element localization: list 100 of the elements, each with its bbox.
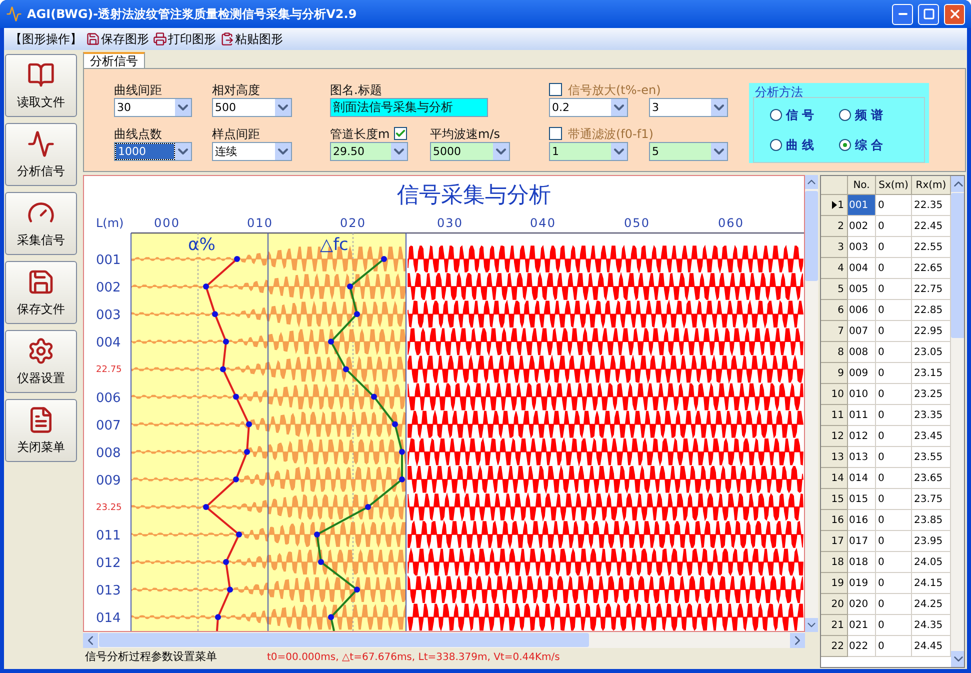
chevron-down-icon <box>175 143 191 160</box>
sidebar-button[interactable]: 仪器设置 <box>5 330 77 393</box>
toolbar-button[interactable]: 打印图形 <box>153 30 216 48</box>
table-cell: 0 <box>876 342 912 363</box>
radio-option[interactable]: 信 号 <box>770 106 839 124</box>
dropdown[interactable]: 0.2 <box>549 98 628 117</box>
table-cell: 022 <box>848 636 876 657</box>
row-label: 23.25 <box>96 502 122 513</box>
row-number: 11 <box>831 408 844 422</box>
radio-button[interactable] <box>770 139 782 151</box>
row-label: 013 <box>96 584 121 599</box>
radio-button[interactable] <box>839 109 851 121</box>
row-label: 014 <box>96 611 121 626</box>
row-number: 2 <box>838 220 844 234</box>
table-cell: 014 <box>848 468 876 489</box>
checkbox[interactable] <box>549 83 562 96</box>
table-cell: 0 <box>876 363 912 384</box>
chevron-down-icon <box>391 143 407 160</box>
vertical-scrollbar[interactable] <box>805 175 818 632</box>
table-cell: 0 <box>876 426 912 447</box>
scroll-down-icon <box>951 651 964 667</box>
radio-button[interactable] <box>839 139 851 151</box>
scrollbar-thumb[interactable] <box>805 191 818 281</box>
dropdown[interactable]: 30 <box>114 98 192 117</box>
field-label: 曲线间距 <box>114 82 163 98</box>
book-icon <box>27 60 55 88</box>
sidebar-button[interactable]: 分析信号 <box>5 123 77 186</box>
row-number: 10 <box>831 388 844 402</box>
scroll-up-icon <box>805 175 818 189</box>
row-pointer-icon <box>832 201 837 209</box>
table-cell: 010 <box>848 384 876 405</box>
toolbar-button[interactable]: 保存图形 <box>86 30 149 48</box>
dropdown[interactable]: 5 <box>649 142 728 161</box>
row-label: 002 <box>96 280 121 296</box>
chevron-down-icon <box>175 99 191 116</box>
field-label: 样点间距 <box>212 126 261 142</box>
row-number: 9 <box>838 366 844 380</box>
chart-title: 信号采集与分析 <box>397 183 551 208</box>
dropdown[interactable]: 1000 <box>114 142 192 161</box>
status-readout: t0=00.000ms, △t=67.676ms, Lt=338.379m, Vt=0.44Km/s <box>267 651 560 665</box>
dropdown-value: 30 <box>116 100 132 115</box>
scrollbar-thumb[interactable] <box>99 633 589 647</box>
dropdown[interactable]: 29.50 <box>330 142 408 161</box>
column-header[interactable]: Sx(m) <box>876 176 912 195</box>
tick-label: 040 <box>530 216 556 230</box>
chevron-down-icon <box>275 143 291 160</box>
dropdown[interactable]: 3 <box>649 98 728 117</box>
scroll-up-icon <box>951 176 964 192</box>
tick-label: 060 <box>718 216 744 230</box>
radio-button[interactable] <box>770 109 782 121</box>
dropdown[interactable]: 连续 <box>212 142 292 161</box>
sidebar-button[interactable]: 读取文件 <box>5 54 77 117</box>
maximize-button[interactable] <box>918 4 939 24</box>
chevron-down-icon <box>611 99 627 116</box>
sidebar-button[interactable]: 采集信号 <box>5 192 77 255</box>
minimize-button[interactable] <box>892 4 913 24</box>
row-number: 3 <box>838 240 844 254</box>
dropdown-value: 1 <box>551 144 560 159</box>
tick-label: 010 <box>247 216 273 230</box>
tab[interactable]: 分析信号 <box>83 52 145 68</box>
horizontal-scrollbar[interactable] <box>83 632 805 648</box>
row-number: 16 <box>831 514 844 528</box>
table-cell: 002 <box>848 216 876 237</box>
radio-option[interactable]: 综 合 <box>839 136 908 154</box>
table-cell: 0 <box>876 510 912 531</box>
panel-label: △fc <box>320 235 348 255</box>
row-label: 003 <box>96 308 121 324</box>
toolbar-group-label: 【图形操作】 <box>10 31 82 48</box>
dropdown[interactable]: 1 <box>549 142 628 161</box>
row-label: 011 <box>96 528 121 544</box>
row-number: 12 <box>831 430 844 444</box>
dropdown-value: 5 <box>651 144 660 159</box>
table-cell: 008 <box>848 342 876 363</box>
dropdown-value: 500 <box>214 100 237 115</box>
radio-option[interactable]: 曲 线 <box>770 136 839 154</box>
field-label: 平均波速m/s <box>430 126 501 142</box>
table-cell: 013 <box>848 447 876 468</box>
chevron-down-icon <box>611 143 627 160</box>
table-cell: 011 <box>848 405 876 426</box>
checkbox[interactable] <box>394 127 407 140</box>
toolbar-button[interactable]: 粘贴图形 <box>220 30 283 48</box>
printer-icon <box>153 32 167 46</box>
close-button[interactable] <box>944 4 965 24</box>
row-number: 20 <box>831 598 844 612</box>
row-number: 15 <box>831 492 844 506</box>
dropdown[interactable]: 5000 <box>430 142 510 161</box>
dropdown[interactable]: 500 <box>212 98 292 117</box>
radio-option[interactable]: 频 谱 <box>839 106 908 124</box>
scrollbar-thumb[interactable] <box>951 193 964 338</box>
row-label: 008 <box>96 446 121 461</box>
sidebar-button[interactable]: 保存文件 <box>5 261 77 324</box>
row-number: 1 <box>838 198 844 212</box>
vertical-scrollbar[interactable] <box>951 176 964 667</box>
checkbox[interactable] <box>549 127 562 140</box>
title-input[interactable]: 剖面法信号采集与分析 <box>330 98 488 117</box>
field-label: 相对高度 <box>212 82 261 98</box>
sidebar-button[interactable]: 关闭菜单 <box>5 399 77 462</box>
tick-label: 050 <box>624 216 650 230</box>
check-icon <box>394 128 406 139</box>
field-label: 信号放大(t%-en) <box>568 82 661 98</box>
